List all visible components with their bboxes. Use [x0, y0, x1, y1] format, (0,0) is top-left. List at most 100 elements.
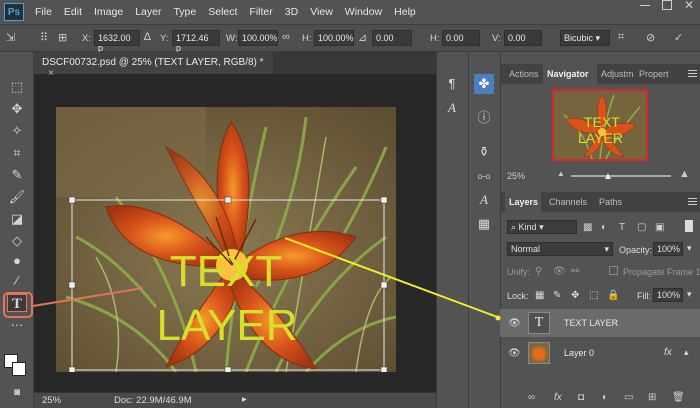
info-panel-icon[interactable]: ⓘ [474, 108, 494, 128]
new-layer-icon[interactable]: ⊞ [648, 392, 656, 403]
add-mask-icon[interactable]: ◘ [578, 392, 584, 403]
eraser-tool-icon[interactable]: ◪ [7, 210, 27, 228]
effects-chevron-icon[interactable]: ▴ [684, 347, 689, 358]
tab-adjustments[interactable]: Adjustm [597, 64, 637, 84]
navigator-zoom[interactable]: 25% [507, 171, 525, 181]
lock-pixels-icon[interactable]: ✎ [553, 290, 561, 301]
status-arrow-icon[interactable]: ▸ [242, 394, 247, 405]
layer-name[interactable]: Layer 0 [564, 348, 594, 358]
lock-position-icon[interactable]: ✥ [571, 290, 579, 301]
canvas-text-line2[interactable]: LAYER [142, 304, 312, 348]
adjustments-sliders-icon[interactable]: ⧟ [474, 166, 494, 186]
reference-grid-icon[interactable]: ⊞ [58, 31, 67, 44]
visibility-eye-icon[interactable]: 👁 [508, 318, 521, 329]
commit-transform-icon[interactable]: ✓ [674, 31, 683, 44]
more-tools-icon[interactable]: ··· [7, 316, 27, 334]
width-field[interactable]: 100.00% [238, 30, 278, 46]
minimize-icon[interactable] [640, 5, 650, 6]
adjustment-filter-icon[interactable]: ◐ [601, 222, 607, 233]
unify-style-icon[interactable]: ⚯ [571, 266, 579, 277]
unify-visibility-icon[interactable]: 👁 [553, 266, 566, 277]
swatches-panel-icon[interactable]: ▦ [474, 214, 494, 234]
new-adjustment-layer-icon[interactable]: ◐ [602, 392, 608, 403]
close-tab-icon[interactable]: × [48, 68, 54, 79]
tab-channels[interactable]: Channels [545, 192, 591, 212]
zoom-out-icon[interactable]: ▲ [557, 169, 565, 178]
zoom-level[interactable]: 25% [42, 395, 61, 406]
character-panel-icon[interactable]: A [442, 98, 462, 118]
x-position-field[interactable]: 1632.00 p [94, 30, 140, 53]
brush-tool-icon[interactable]: 🖌 [7, 188, 27, 206]
new-group-icon[interactable]: ▭ [624, 392, 633, 403]
opacity-field[interactable]: 100% [653, 242, 683, 256]
horizontal-skew-field[interactable]: 0.00 [442, 30, 480, 46]
crop-tool-icon[interactable]: ⌗ [7, 144, 27, 162]
cancel-transform-icon[interactable]: ⊘ [646, 31, 655, 44]
pixel-filter-icon[interactable]: ▩ [583, 222, 592, 233]
image-canvas[interactable]: TEXT LAYER [56, 107, 396, 372]
y-position-field[interactable]: 1712.46 p [172, 30, 220, 53]
canvas-text-line1[interactable]: TEXT [166, 250, 286, 294]
visibility-eye-icon[interactable]: 👁 [508, 348, 521, 359]
lock-all-icon[interactable]: 🔒 [607, 290, 619, 301]
eyedropper-tool-icon[interactable]: ✎ [7, 166, 27, 184]
close-window-icon[interactable]: ✕ [684, 0, 694, 12]
navigator-panel-menu-icon[interactable] [688, 70, 697, 77]
tab-paths[interactable]: Paths [595, 192, 629, 212]
menu-image[interactable]: Image [89, 6, 128, 18]
maximize-icon[interactable] [662, 0, 672, 10]
zoom-in-icon[interactable]: ▲ [679, 168, 690, 180]
menu-type[interactable]: Type [168, 6, 201, 18]
blur-tool-icon[interactable]: ● [7, 252, 27, 270]
reference-point-icon[interactable]: ⠿ [40, 31, 48, 44]
layer-row-text-layer[interactable]: 👁 T TEXT LAYER [500, 309, 700, 337]
filter-toggle-icon[interactable] [685, 220, 693, 232]
marquee-tool-icon[interactable]: ⬚ [7, 78, 27, 96]
paragraph-panel-icon[interactable]: ¶ [442, 74, 462, 94]
navigator-zoom-thumb[interactable]: ▲ [603, 171, 613, 182]
layer-effects-icon[interactable]: fx [664, 347, 672, 358]
magic-wand-tool-icon[interactable]: ✧ [7, 122, 27, 140]
add-layer-style-icon[interactable]: fx [554, 392, 562, 403]
brush-presets-icon[interactable]: ⚱ [474, 142, 494, 162]
glyphs-panel-icon[interactable]: A [474, 190, 494, 210]
lock-transparency-icon[interactable]: ▦ [535, 290, 544, 301]
menu-file[interactable]: File [30, 6, 57, 18]
link-layers-icon[interactable]: ∞ [528, 392, 535, 403]
menu-view[interactable]: View [305, 6, 338, 18]
vertical-skew-field[interactable]: 0.00 [504, 30, 542, 46]
shape-filter-icon[interactable]: ▢ [637, 222, 646, 233]
tab-layers[interactable]: Layers [505, 192, 541, 212]
quick-mask-icon[interactable]: ◙ [7, 384, 27, 402]
interpolation-select[interactable]: Bicubic ▾ [560, 30, 610, 46]
menu-3d[interactable]: 3D [280, 6, 303, 18]
document-tab[interactable]: DSCF00732.psd @ 25% (TEXT LAYER, RGB/8) … [34, 52, 274, 79]
link-icon[interactable]: ∞ [282, 31, 290, 43]
background-color-swatch[interactable] [12, 362, 26, 376]
navigator-preview[interactable]: TEXT LAYER [552, 89, 648, 161]
menu-window[interactable]: Window [340, 6, 387, 18]
fill-chevron-icon[interactable]: ▾ [687, 289, 692, 300]
tab-properties[interactable]: Propert [635, 64, 679, 84]
paint-bucket-tool-icon[interactable]: ◇ [7, 232, 27, 250]
layer-name[interactable]: TEXT LAYER [564, 318, 618, 328]
warp-mode-icon[interactable]: ⌗ [618, 31, 624, 44]
menu-layer[interactable]: Layer [130, 6, 166, 18]
unify-position-icon[interactable]: ⚲ [535, 266, 542, 277]
menu-help[interactable]: Help [389, 6, 421, 18]
menu-edit[interactable]: Edit [59, 6, 87, 18]
color-panel-icon[interactable]: ✤ [474, 74, 494, 94]
navigator-zoom-slider[interactable] [571, 175, 671, 177]
type-filter-icon[interactable]: T [619, 222, 625, 233]
layers-panel-menu-icon[interactable] [688, 198, 697, 205]
delta-icon[interactable]: ∆ [144, 31, 151, 43]
propagate-checkbox[interactable] [609, 266, 618, 275]
fill-field[interactable]: 100% [653, 288, 683, 302]
menu-select[interactable]: Select [203, 6, 242, 18]
tab-actions[interactable]: Actions [505, 64, 545, 84]
menu-filter[interactable]: Filter [244, 6, 277, 18]
delete-layer-icon[interactable]: 🗑 [672, 392, 685, 403]
blend-mode-select[interactable]: Normal ▾ [507, 242, 613, 256]
pen-tool-icon[interactable]: ∕ [7, 272, 27, 290]
tab-navigator[interactable]: Navigator [543, 64, 597, 84]
